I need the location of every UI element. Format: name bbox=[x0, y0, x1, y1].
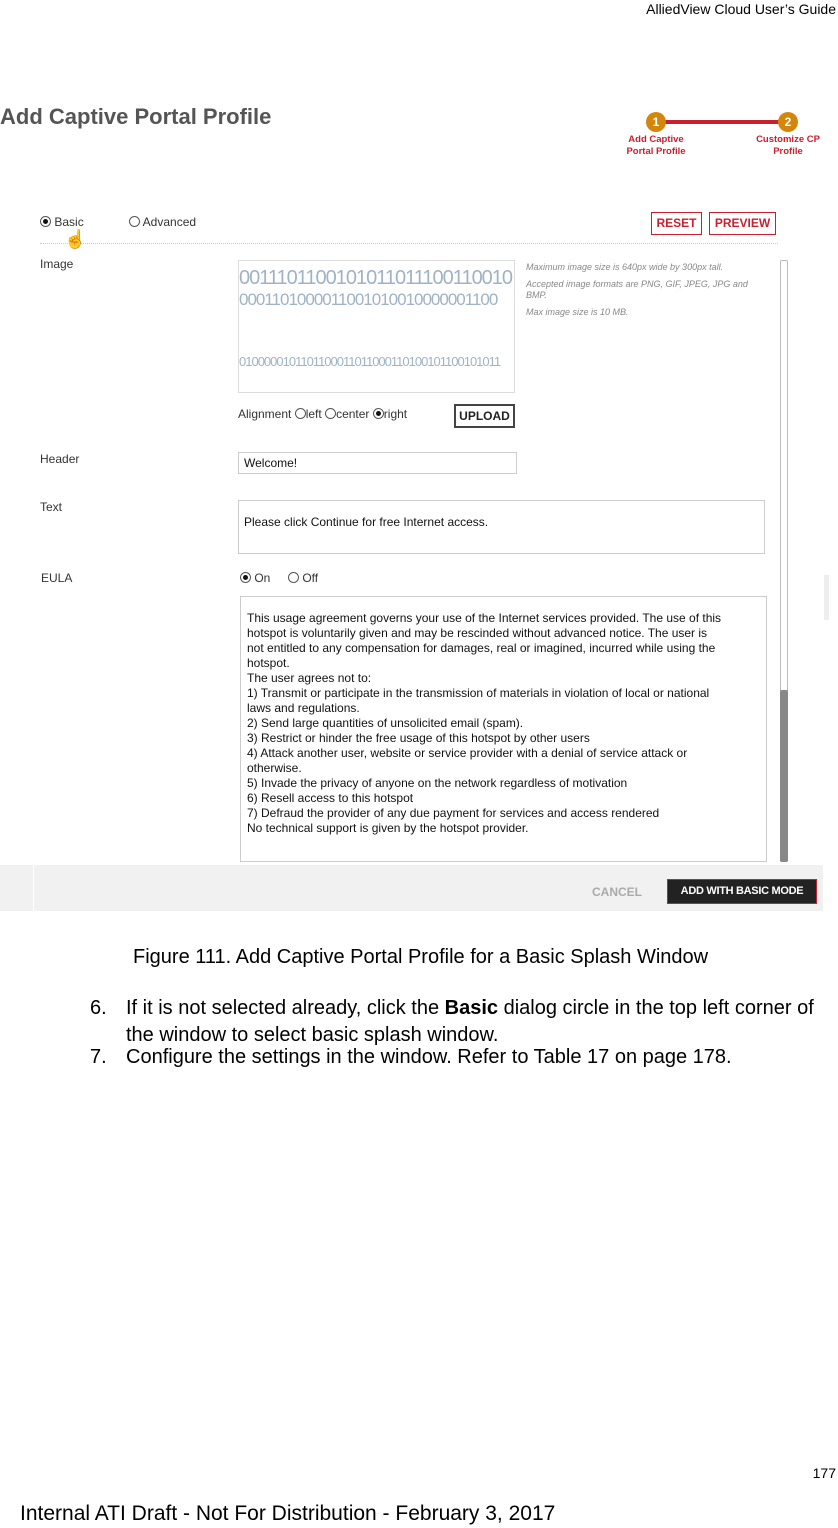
divider bbox=[40, 243, 778, 244]
image-label: Image bbox=[40, 257, 74, 271]
header-label: Header bbox=[40, 452, 80, 466]
image-hint: Accepted image formats are PNG, GIF, JPE… bbox=[526, 279, 748, 300]
hand-cursor-icon: ☝ bbox=[64, 229, 87, 249]
page-scrollbar[interactable] bbox=[824, 575, 829, 620]
step-2-badge: 2 bbox=[778, 112, 798, 132]
align-right-radio[interactable]: right bbox=[372, 407, 407, 421]
header-input[interactable]: Welcome! bbox=[238, 452, 517, 474]
eula-on-radio[interactable]: On bbox=[240, 571, 270, 585]
radio-icon bbox=[129, 216, 140, 227]
text-label: Text bbox=[40, 500, 63, 514]
alignment-group: Alignment left center right bbox=[238, 407, 407, 421]
step-7-text: Configure the settings in the window. Re… bbox=[126, 1046, 732, 1068]
align-left-radio[interactable]: left bbox=[294, 407, 322, 421]
image-hint: Max image size is 10 MB. bbox=[526, 307, 629, 317]
eula-off-radio[interactable]: Off bbox=[288, 571, 318, 585]
text-textarea[interactable]: Please click Continue for free Internet … bbox=[238, 500, 765, 554]
page-title: Add Captive Portal Profile bbox=[0, 104, 272, 129]
scrollbar-thumb[interactable] bbox=[780, 690, 788, 862]
alignment-label: Alignment bbox=[238, 407, 292, 421]
binary-line: 0001101000011001010010000001100 bbox=[239, 290, 498, 309]
reset-button[interactable]: RESET bbox=[651, 212, 702, 235]
step-1-label: Add Captive Portal Profile bbox=[626, 134, 686, 157]
page-number: 177 bbox=[812, 1465, 836, 1481]
step-1-badge: 1 bbox=[646, 112, 666, 132]
image-hint: Maximum image size is 640px wide by 300p… bbox=[526, 262, 724, 272]
align-center-radio[interactable]: center bbox=[325, 407, 369, 421]
upload-button[interactable]: UPLOAD bbox=[454, 404, 515, 428]
stepper-line bbox=[660, 120, 788, 124]
eula-label: EULA bbox=[41, 571, 73, 585]
binary-line: 0011101100101011011100110010 bbox=[239, 267, 513, 289]
document-header: AlliedView Cloud User’s Guide bbox=[646, 1, 836, 17]
dialog-footer: CANCEL ADD WITH BASIC MODE bbox=[0, 865, 823, 911]
cancel-button[interactable]: CANCEL bbox=[592, 885, 642, 899]
image-preview: 0011101100101011011100110010 00011010000… bbox=[238, 260, 515, 393]
basic-label: Basic bbox=[54, 215, 84, 229]
step-7: 7. bbox=[90, 1046, 107, 1068]
radio-selected-icon bbox=[40, 216, 51, 227]
eula-textarea[interactable]: This usage agreement governs your use of… bbox=[240, 596, 767, 862]
binary-line: 0100000101101100011011000110100101100101… bbox=[239, 354, 501, 369]
step-6: 6. bbox=[90, 997, 107, 1019]
mode-basic-radio[interactable]: Basic bbox=[40, 215, 84, 229]
advanced-label: Advanced bbox=[142, 215, 197, 229]
step-6-text: If it is not selected already, click the… bbox=[126, 997, 814, 1046]
preview-button[interactable]: PREVIEW bbox=[709, 212, 776, 235]
figure-caption: Figure 111. Add Captive Portal Profile f… bbox=[133, 946, 709, 968]
mode-advanced-radio[interactable]: Advanced bbox=[129, 215, 196, 229]
draft-footer: Internal ATI Draft - Not For Distributio… bbox=[20, 1502, 556, 1525]
step-2-label: Customize CP Profile bbox=[756, 134, 820, 157]
add-with-basic-mode-button[interactable]: ADD WITH BASIC MODE bbox=[667, 879, 817, 904]
